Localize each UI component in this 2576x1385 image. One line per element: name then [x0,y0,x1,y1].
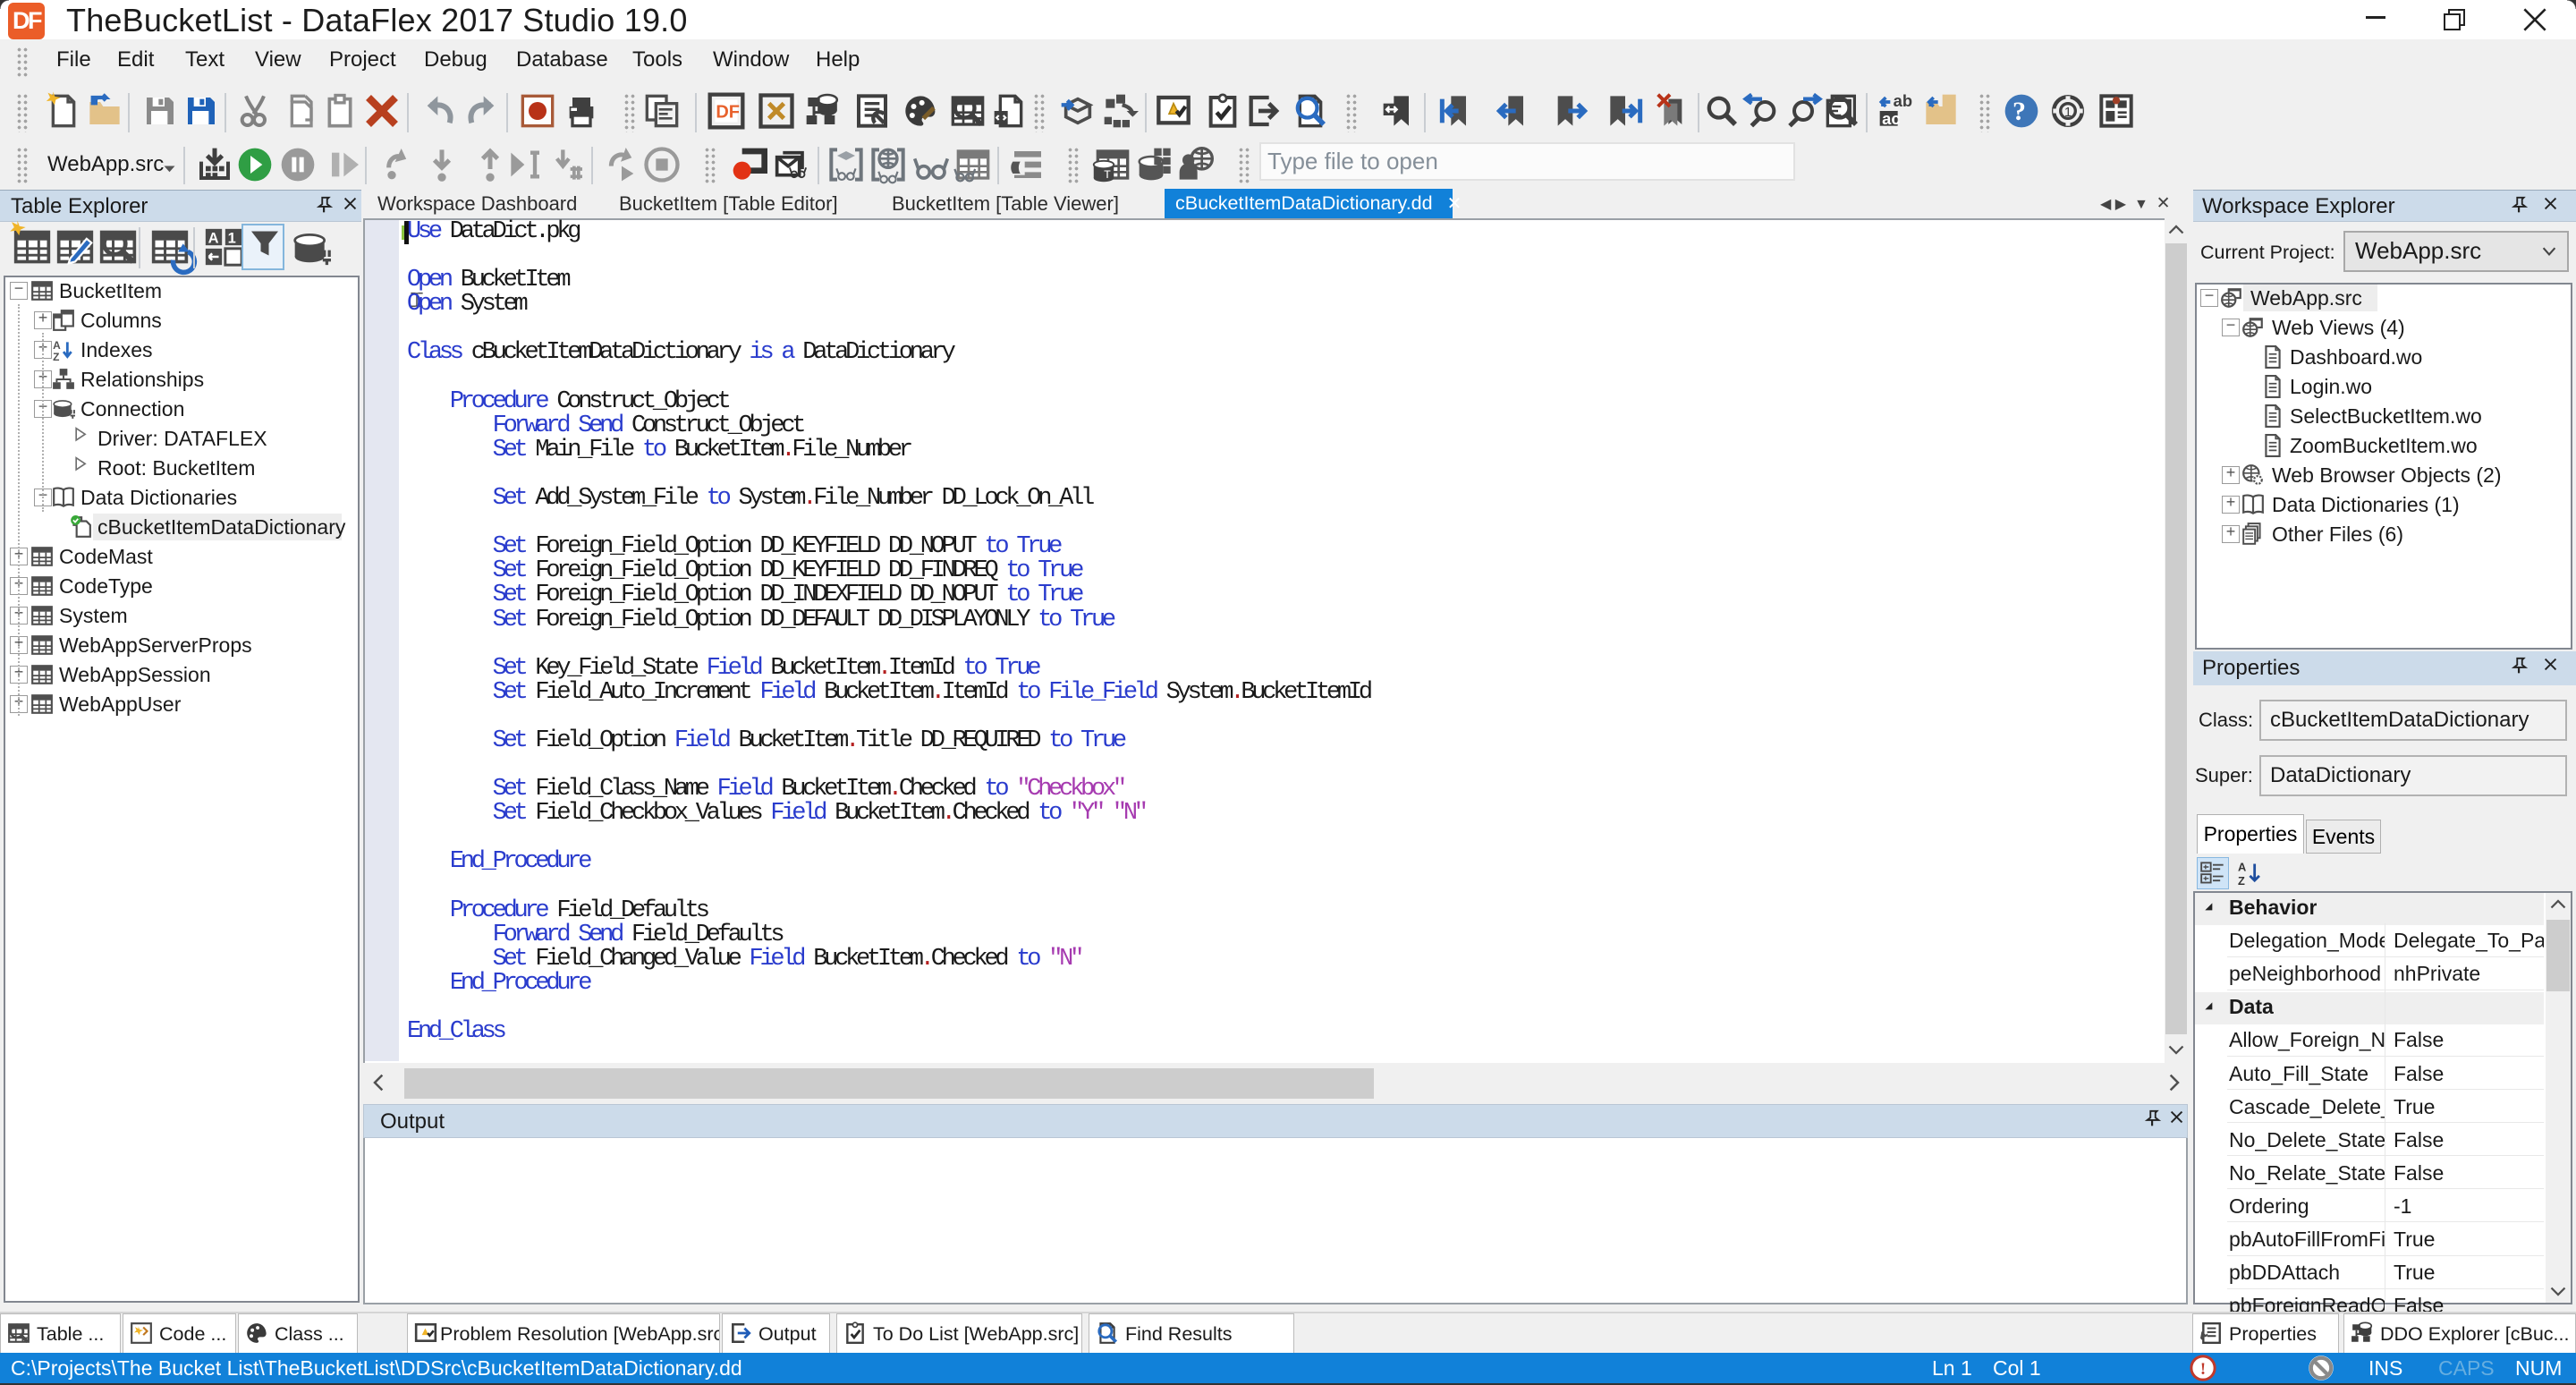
svg-text:T: T [1104,169,1111,183]
svg-text:?: ? [2012,97,2026,126]
svg-text:ac: ac [1882,109,1900,128]
svg-text:Z: Z [2238,874,2245,888]
svg-text:DF: DF [716,103,740,123]
svg-text:A: A [53,339,61,352]
svg-text:A: A [2238,861,2246,874]
svg-text:!: ! [2200,1360,2206,1379]
svg-text:Z: Z [53,351,59,363]
svg-text:ab: ab [1894,91,1912,110]
svg-text:A: A [208,230,219,246]
svg-text:1: 1 [2064,105,2072,120]
svg-text:1: 1 [228,230,236,246]
